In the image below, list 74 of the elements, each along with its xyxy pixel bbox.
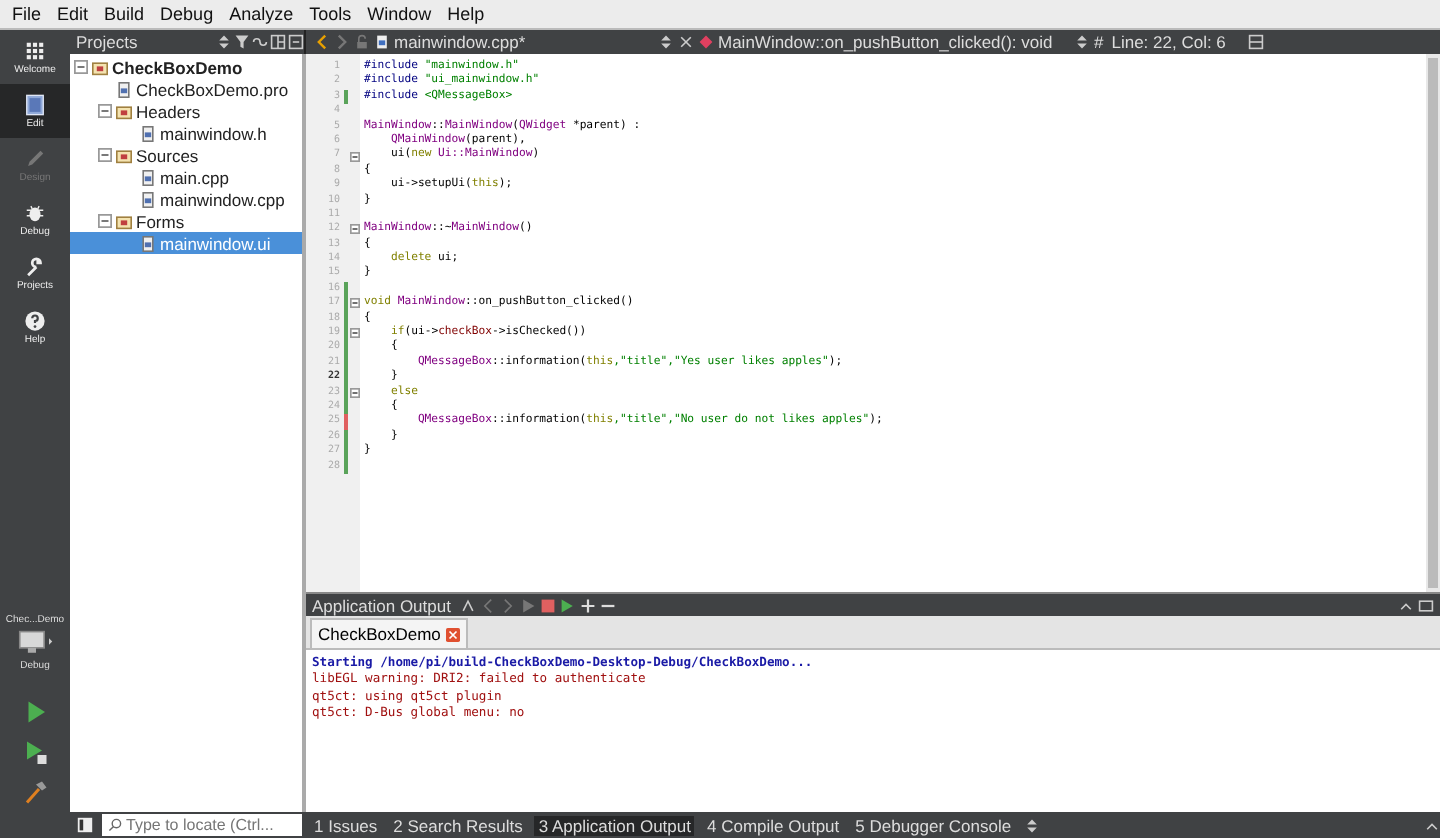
symbol-selector[interactable]: MainWindow::on_pushButton_clicked(): void [718,32,1070,52]
split-icon[interactable] [1247,34,1264,50]
menu-item[interactable]: Edit [49,4,97,24]
tree-item[interactable]: Forms [70,210,302,232]
fold-icon[interactable] [350,224,360,235]
maximize-icon[interactable] [1418,597,1434,613]
collapse-icon[interactable] [98,148,112,162]
pane-tab[interactable]: 3 Application Output [534,815,695,835]
close-pane-icon[interactable] [288,34,304,50]
pane-tab[interactable]: 4 Compile Output [702,815,844,835]
menu-item[interactable]: Debug [152,4,222,24]
tree-item[interactable]: CheckBoxDemo [70,56,302,78]
tree-item[interactable]: main.cpp [70,166,302,188]
folder-icon [116,147,132,163]
panel-title: Projects [76,32,140,52]
search-icon [108,818,122,832]
zoom-in-icon[interactable] [580,597,597,613]
file-icon [374,34,390,50]
diamond-icon [698,34,714,50]
dropdown-icon[interactable] [1074,34,1090,50]
hammer-icon[interactable] [23,780,47,804]
pane-title: Application Output [312,595,451,615]
monitor-icon[interactable] [17,630,53,656]
cursor-position: Line: 22, Col: 6 [1109,30,1228,54]
fold-icon[interactable] [350,298,360,309]
bug-icon [24,201,46,223]
menu-item[interactable]: File [4,4,50,24]
debug-run-icon[interactable] [23,740,47,764]
pane-tab[interactable]: 2 Search Results [389,815,527,835]
grid-icon [24,39,46,61]
pen-icon [24,147,46,169]
locator-field[interactable]: Type to locate (Ctrl... [102,814,302,836]
filter-icon[interactable] [234,34,250,50]
encoding-label: # [1094,32,1104,52]
lock-icon [354,34,370,50]
tree-item[interactable]: mainwindow.cpp [70,188,302,210]
wrench-icon [24,255,46,277]
fold-icon[interactable] [350,151,360,162]
fold-icon[interactable] [350,328,360,339]
sort-icon[interactable] [216,34,232,50]
collapse-icon[interactable] [74,60,88,74]
tree-item[interactable]: CheckBoxDemo.pro [70,78,302,100]
menu-item[interactable]: Build [96,4,153,24]
folder-icon [116,103,132,119]
fold-icon[interactable] [350,387,360,398]
menu-item[interactable]: Analyze [221,4,302,24]
run-icon[interactable] [23,700,47,724]
menu-item[interactable]: Help [439,4,493,24]
tree-item[interactable]: mainwindow.h [70,122,302,144]
output-tab[interactable]: CheckBoxDemo [310,618,469,648]
file-icon [140,235,156,251]
file-selector[interactable]: mainwindow.cpp* [394,32,654,52]
back-icon[interactable] [314,34,330,50]
file-icon [140,125,156,141]
scrollbar-thumb[interactable] [1428,58,1438,588]
folder-icon [92,59,108,75]
file-icon [116,81,132,97]
dropdown-icon[interactable] [658,34,674,50]
dropdown-icon[interactable] [1023,817,1040,833]
document-icon [24,93,46,115]
menu-item[interactable]: Window [359,4,440,24]
collapse-icon[interactable] [98,104,112,118]
sidebar-toggle-icon[interactable] [76,816,94,834]
collapse-icon[interactable] [98,214,112,228]
split-icon[interactable] [270,34,286,50]
help-icon [24,309,46,331]
tree-item[interactable]: Sources [70,144,302,166]
menu-item[interactable]: Tools [301,4,360,24]
pane-tab[interactable]: 5 Debugger Console [851,815,1016,835]
close-icon[interactable] [678,34,694,50]
pane-tab[interactable]: 1 Issues [310,815,382,835]
folder-icon [116,213,132,229]
tree-item[interactable]: Headers [70,100,302,122]
stop-icon[interactable] [540,597,557,613]
